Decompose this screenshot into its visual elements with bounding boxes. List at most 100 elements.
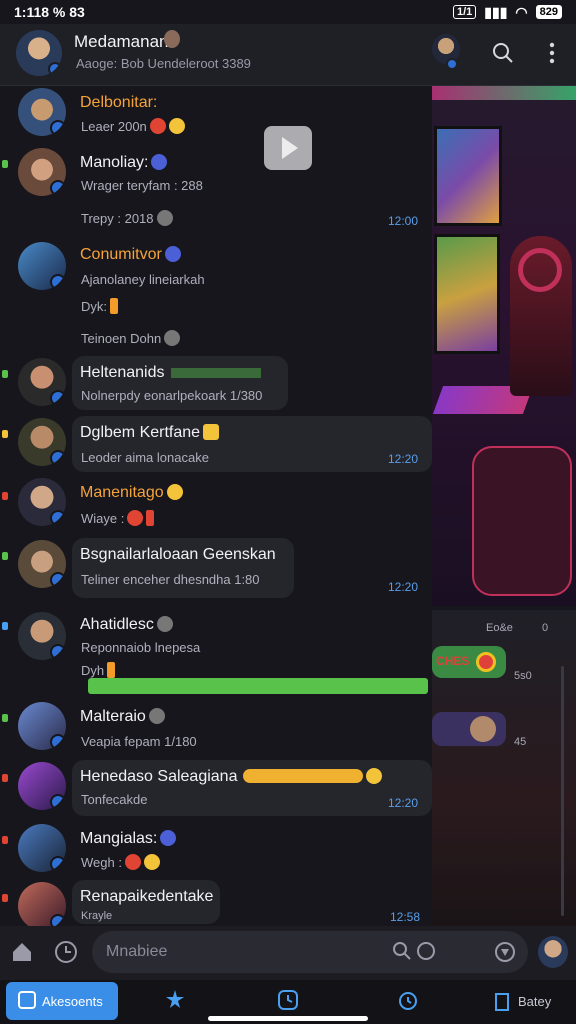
chat-name: Manenitago [80, 484, 183, 502]
nav-tab-accounts[interactable]: Akesoents [6, 982, 118, 1020]
chat-time: 12:20 [388, 580, 419, 594]
signal-icon: ▮▮▮ [484, 3, 508, 20]
chat-preview: Krayle [81, 910, 113, 922]
chat-preview: Trepy : 2018 [81, 210, 173, 226]
pill-avatar [470, 716, 496, 742]
reaction-pill[interactable]: CHES [432, 646, 506, 678]
chat-row[interactable]: Conumitvor Ajanolaney lineiarkah Dyk: Te… [0, 238, 432, 356]
gaming-chair-image [472, 446, 572, 596]
unread-marker [2, 160, 8, 168]
unread-marker [2, 492, 8, 500]
header-subtitle: Aaoge: Bob Uendeleroot 3389 [76, 56, 251, 71]
wifi-icon: ◠ [515, 3, 528, 20]
chat-time: 12:20 [388, 796, 419, 810]
chat-row[interactable]: Renapaikedentake Krayle 12:58 [0, 880, 432, 930]
attach-icon[interactable] [494, 941, 516, 968]
chat-preview: Nolnerpdy eonarlpekoark 1/380 [81, 388, 263, 403]
chat-preview: Dyk: [81, 298, 118, 314]
home-indicator [208, 1016, 368, 1021]
pane-counter: 0 [542, 622, 549, 634]
status-icons: 1/1 ▮▮▮ ◠ 829 [453, 4, 562, 21]
chat-preview: Teliner enceher dhesndha 1:80 [81, 572, 260, 587]
avatar [18, 418, 66, 466]
unread-marker [2, 370, 8, 378]
unread-marker [2, 894, 8, 902]
chat-row[interactable]: Heltenanids Nolnerpdy eonarlpekoark 1/38… [0, 356, 432, 416]
chat-preview: Leoder aima lonacake [81, 450, 209, 465]
avatar [18, 148, 66, 196]
chat-row[interactable]: Bsgnailarlaloaan Geenskan Teliner encehe… [0, 538, 432, 608]
sim-icon: 1/1 [453, 5, 477, 19]
chat-preview: Wegh : [81, 854, 160, 870]
chat-row[interactable]: Delbonitar: Leaer 200n [0, 86, 432, 146]
reaction-emoji-icon [476, 652, 496, 672]
avatar [18, 478, 66, 526]
battery-icon: 829 [535, 5, 562, 19]
unread-marker [2, 430, 8, 438]
unread-marker [2, 552, 8, 560]
chat-time: 12:20 [388, 452, 419, 466]
chat-preview: Leaer 200n [81, 118, 185, 134]
chat-name: Bsgnailarlaloaan Geenskan [80, 546, 276, 563]
message-input[interactable] [106, 941, 386, 963]
clock-icon[interactable] [276, 988, 300, 1017]
status-bar: 1:118 % 83 1/1 ▮▮▮ ◠ 829 [0, 0, 576, 24]
header-contact-badge [446, 58, 458, 70]
unread-marker [2, 714, 8, 722]
chat-name: Malteraio [80, 708, 165, 726]
search-icon[interactable] [492, 42, 514, 70]
avatar [18, 702, 66, 750]
avatar [18, 358, 66, 406]
secondary-chat-pane: Eo&e 0 CHES 5s0 45 [432, 610, 576, 930]
chat-preview: Tonfecakde [81, 792, 148, 807]
message-input-bar [0, 926, 576, 980]
chat-name: Conumitvor [80, 246, 181, 264]
chat-preview: Ajanolaney lineiarkah [81, 272, 205, 287]
page-title: Medamanan [74, 32, 169, 51]
contact-pill[interactable] [432, 712, 506, 746]
header-title-avatar [164, 30, 180, 48]
battery-tab-icon[interactable] [494, 992, 510, 1017]
monitor-image [434, 126, 502, 226]
chat-row[interactable]: Manenitago Wiaye : [0, 478, 432, 538]
scrollbar[interactable] [561, 666, 564, 916]
chat-preview: Veapia fepam 1/180 [81, 734, 197, 749]
wallpaper-gaming-scene [432, 86, 576, 606]
emoji-strip [243, 769, 364, 783]
avatar [18, 882, 66, 930]
message-field[interactable] [92, 931, 528, 973]
unread-marker [2, 836, 8, 844]
chat-row[interactable]: Manoliay: Wrager teryfam : 288 Trepy : 2… [0, 146, 432, 238]
star-icon[interactable] [164, 988, 186, 1015]
sticker-icon[interactable] [416, 941, 436, 966]
chat-preview: Teinoen Dohn [81, 330, 181, 346]
status-time: 1:118 % 83 [14, 4, 85, 20]
chat-name: Manoliay: [80, 154, 168, 172]
home-icon[interactable] [10, 940, 34, 969]
chat-name: Delbonitar: [80, 94, 158, 111]
chat-name: Dglbem Kertfane [80, 424, 220, 442]
nav-tab-label: Akesoents [42, 994, 103, 1009]
progress-bar [88, 678, 428, 694]
avatar [18, 242, 66, 290]
search-icon[interactable] [392, 941, 412, 966]
nav-tab-label[interactable]: Batey [518, 994, 551, 1009]
unread-marker [2, 622, 8, 630]
pill-text: CHES [436, 654, 470, 668]
pane-time: 45 [514, 736, 527, 748]
header-avatar[interactable] [16, 30, 62, 76]
chat-preview: Wrager teryfam : 288 [81, 178, 203, 193]
chat-name: Henedaso Saleagiana [80, 768, 383, 786]
more-vertical-icon[interactable] [548, 42, 556, 70]
emoji-icon[interactable] [54, 940, 78, 969]
avatar [18, 762, 66, 810]
chat-preview: Dyh [81, 662, 116, 678]
chat-row[interactable]: Dglbem Kertfane Leoder aima lonacake 12:… [0, 416, 432, 478]
chat-name: Renapaikedentake [80, 888, 214, 905]
alarm-icon[interactable] [396, 988, 420, 1017]
chat-row[interactable]: Malteraio Veapia fepam 1/180 [0, 700, 432, 760]
chat-row[interactable]: Henedaso Saleagiana Tonfecakde 12:20 [0, 760, 432, 820]
profile-avatar[interactable] [538, 936, 568, 968]
chat-row[interactable]: Mangialas: Wegh : [0, 822, 432, 880]
avatar [18, 824, 66, 872]
